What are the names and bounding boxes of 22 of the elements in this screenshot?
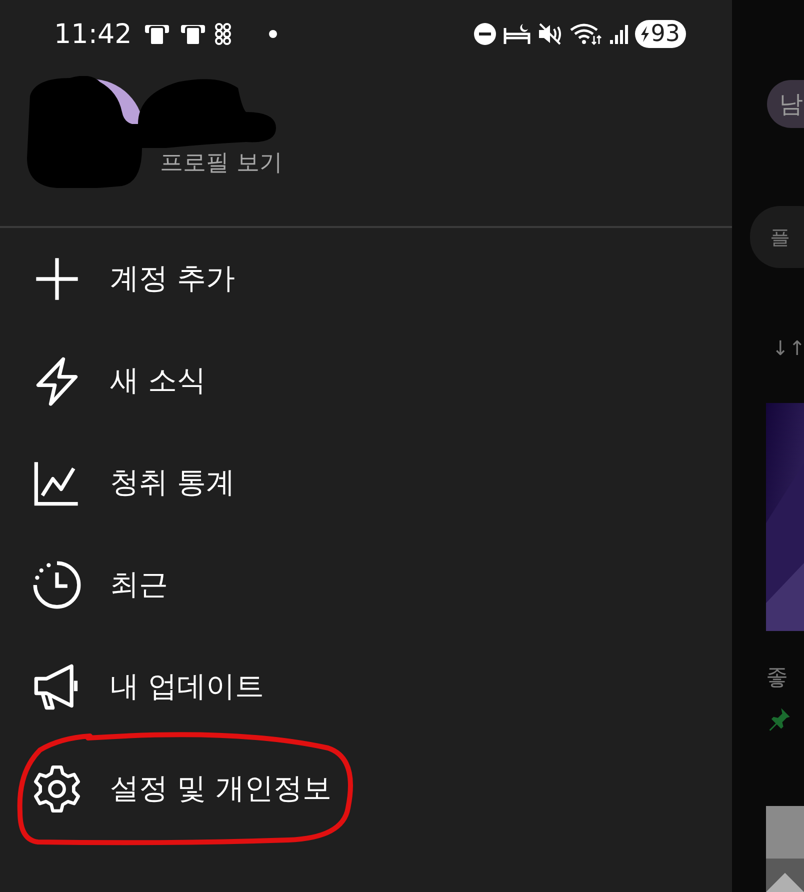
menu-item[interactable]: 계정 추가 [0,228,732,330]
mute-icon [536,22,563,46]
menu-item[interactable]: 내 업데이트 [0,636,732,738]
menu-item[interactable]: 설정 및 개인정보 [0,738,732,840]
menu-item[interactable]: 청취 통계 [0,432,732,534]
settings-icon [32,764,82,814]
menu-item[interactable]: 최근 [0,534,732,636]
grid-icon [214,21,232,47]
do-not-disturb-icon [472,22,497,46]
filter-chip[interactable]: 플 [750,206,804,268]
view-profile-link[interactable]: 프로필 보기 [160,147,282,178]
bed-icon [502,22,531,46]
status-time: 11:42 [54,18,132,50]
dot-icon [268,29,278,39]
clock-icon [32,560,82,610]
battery-indicator: 93 [634,20,686,48]
item-title: 좋 [766,664,788,692]
sort-icon[interactable]: ↓↑ [772,336,804,360]
avatar[interactable]: 남 [767,80,804,128]
signal-icon [608,22,629,46]
wifi-icon [568,22,603,46]
menu-item[interactable]: 새 소식 [0,330,732,432]
